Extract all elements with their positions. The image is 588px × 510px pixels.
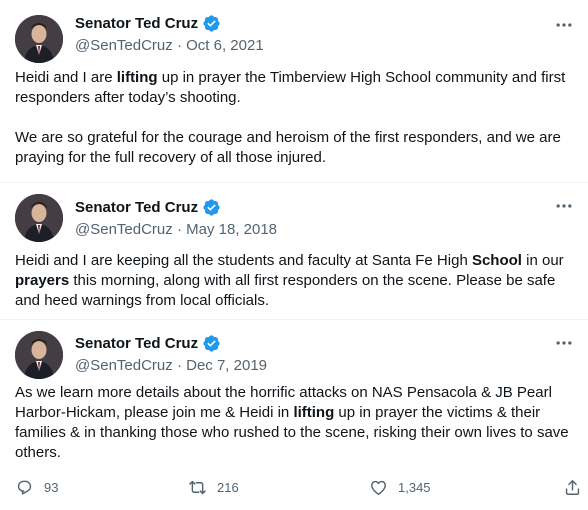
text-segment: Heidi and I are <box>15 69 117 86</box>
reply-count: 93 <box>44 480 59 495</box>
avatar[interactable] <box>15 15 63 63</box>
verified-badge-icon <box>203 335 220 352</box>
verified-badge-icon <box>203 199 220 216</box>
text-segment: this morning, along with all first respo… <box>15 272 560 309</box>
text-segment: in our <box>521 252 568 269</box>
avatar-image <box>15 331 63 379</box>
text-segment: Heidi and I are keeping all the students… <box>15 252 472 269</box>
highlighted-keyword: prayers <box>15 272 70 289</box>
tweet-actions: 93 216 1,345 <box>15 478 580 498</box>
verified-badge-icon <box>203 15 220 32</box>
author-name[interactable]: Senator Ted Cruz <box>75 334 198 353</box>
retweet-count: 216 <box>217 480 239 495</box>
retweet-button[interactable]: 216 <box>188 478 239 497</box>
handle-date: @SenTedCruz · Dec 7, 2019 <box>75 356 267 375</box>
author-name-row[interactable]: Senator Ted Cruz <box>75 334 221 353</box>
tweet-date[interactable]: Oct 6, 2021 <box>186 37 264 54</box>
tweet-text: Heidi and I are lifting up in prayer the… <box>15 68 574 168</box>
share-icon <box>565 480 580 495</box>
tweet-2[interactable]: Senator Ted Cruz @SenTedCruz · May 18, 2… <box>0 183 588 320</box>
tweet-text: Heidi and I are keeping all the students… <box>15 251 574 311</box>
author-name-row[interactable]: Senator Ted Cruz <box>75 198 221 217</box>
like-count: 1,345 <box>398 480 431 495</box>
avatar-image <box>15 15 63 63</box>
author-name-row[interactable]: Senator Ted Cruz <box>75 14 221 33</box>
tweet-3[interactable]: Senator Ted Cruz @SenTedCruz · Dec 7, 20… <box>0 320 588 510</box>
highlighted-keyword: lifting <box>293 404 335 421</box>
more-horizontal-icon[interactable] <box>554 15 574 35</box>
reply-icon <box>17 480 32 495</box>
author-handle[interactable]: @SenTedCruz <box>75 37 173 54</box>
highlighted-keyword: lifting <box>116 69 158 86</box>
more-horizontal-icon[interactable] <box>554 196 574 216</box>
dot-separator: · <box>176 37 187 54</box>
author-handle[interactable]: @SenTedCruz <box>75 357 173 374</box>
author-name[interactable]: Senator Ted Cruz <box>75 198 198 217</box>
dot-separator: · <box>176 221 187 238</box>
tweet-date[interactable]: Dec 7, 2019 <box>186 357 267 374</box>
like-button[interactable]: 1,345 <box>369 478 431 497</box>
highlighted-keyword: School <box>471 252 522 269</box>
handle-date: @SenTedCruz · May 18, 2018 <box>75 220 277 239</box>
handle-date: @SenTedCruz · Oct 6, 2021 <box>75 36 264 55</box>
author-name[interactable]: Senator Ted Cruz <box>75 14 198 33</box>
heart-icon <box>371 480 386 495</box>
tweet-date[interactable]: May 18, 2018 <box>186 221 277 238</box>
reply-button[interactable]: 93 <box>15 478 58 497</box>
tweet-1[interactable]: Senator Ted Cruz @SenTedCruz · Oct 6, 20… <box>0 0 588 183</box>
tweet-text: As we learn more details about the horri… <box>15 383 574 463</box>
share-button[interactable] <box>563 478 582 497</box>
avatar[interactable] <box>15 194 63 242</box>
avatar[interactable] <box>15 331 63 379</box>
more-horizontal-icon[interactable] <box>554 333 574 353</box>
author-handle[interactable]: @SenTedCruz <box>75 221 173 238</box>
dot-separator: · <box>176 357 187 374</box>
retweet-icon <box>189 480 206 495</box>
avatar-image <box>15 194 63 242</box>
